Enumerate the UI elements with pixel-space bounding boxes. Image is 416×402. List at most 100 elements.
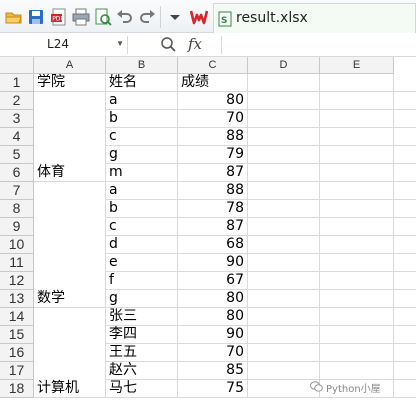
row-header[interactable]: 14 [0, 308, 34, 326]
document-tab[interactable]: S result.xlsx [213, 3, 416, 33]
more-chevron-icon[interactable] [166, 8, 184, 26]
empty-cell[interactable] [248, 362, 320, 380]
name-cell[interactable]: d [106, 236, 178, 254]
empty-cell[interactable] [248, 200, 320, 218]
empty-cell[interactable] [320, 326, 394, 344]
score-cell[interactable]: 87 [178, 164, 248, 182]
row-header[interactable]: 4 [0, 128, 34, 146]
name-cell[interactable]: f [106, 272, 178, 290]
name-cell[interactable]: g [106, 146, 178, 164]
merged-college-cell[interactable]: 体育 [34, 92, 106, 182]
row-header[interactable]: 9 [0, 218, 34, 236]
row-header[interactable]: 3 [0, 110, 34, 128]
empty-cell[interactable] [394, 344, 416, 362]
name-cell[interactable]: 马七 [106, 380, 178, 398]
empty-cell[interactable] [320, 344, 394, 362]
row-header[interactable]: 11 [0, 254, 34, 272]
score-cell[interactable]: 79 [178, 146, 248, 164]
empty-cell[interactable] [320, 164, 394, 182]
select-all-corner[interactable] [0, 57, 34, 74]
score-cell[interactable]: 78 [178, 200, 248, 218]
column-header-d[interactable]: D [248, 57, 320, 74]
score-cell[interactable]: 87 [178, 218, 248, 236]
empty-cell[interactable] [394, 236, 416, 254]
redo-icon[interactable] [138, 8, 156, 26]
empty-cell[interactable] [394, 218, 416, 236]
undo-icon[interactable] [116, 8, 134, 26]
score-cell[interactable]: 88 [178, 182, 248, 200]
empty-cell[interactable] [320, 218, 394, 236]
row-header[interactable]: 17 [0, 362, 34, 380]
empty-cell[interactable] [248, 164, 320, 182]
name-cell[interactable]: e [106, 254, 178, 272]
empty-cell[interactable] [320, 362, 394, 380]
empty-cell[interactable] [320, 74, 394, 92]
empty-cell[interactable] [320, 182, 394, 200]
print-preview-icon[interactable] [94, 8, 112, 26]
empty-cell[interactable] [320, 290, 394, 308]
export-pdf-icon[interactable]: PDF [50, 8, 68, 26]
column-header-b[interactable]: B [106, 57, 178, 74]
empty-cell[interactable] [248, 272, 320, 290]
empty-cell[interactable] [248, 326, 320, 344]
save-icon[interactable] [27, 8, 45, 26]
row-header[interactable]: 6 [0, 164, 34, 182]
name-cell[interactable]: 王五 [106, 344, 178, 362]
name-box[interactable]: L24 ▼ [4, 36, 128, 54]
score-cell[interactable]: 88 [178, 128, 248, 146]
row-header[interactable]: 15 [0, 326, 34, 344]
empty-cell[interactable] [248, 92, 320, 110]
empty-cell[interactable] [248, 218, 320, 236]
empty-cell[interactable] [248, 110, 320, 128]
empty-cell[interactable] [320, 146, 394, 164]
name-cell[interactable]: b [106, 200, 178, 218]
score-cell[interactable]: 90 [178, 254, 248, 272]
score-cell[interactable]: 80 [178, 290, 248, 308]
row-header[interactable]: 12 [0, 272, 34, 290]
chevron-down-icon[interactable]: ▼ [116, 39, 124, 48]
row-header[interactable]: 13 [0, 290, 34, 308]
row-header[interactable]: 5 [0, 146, 34, 164]
row-header[interactable]: 1 [0, 74, 34, 92]
header-cell-name[interactable]: 姓名 [106, 74, 178, 92]
empty-cell[interactable] [248, 236, 320, 254]
score-cell[interactable]: 75 [178, 380, 248, 398]
empty-cell[interactable] [320, 236, 394, 254]
empty-cell[interactable] [394, 164, 416, 182]
column-header-a[interactable]: A [34, 57, 106, 74]
header-cell-college[interactable]: 学院 [34, 74, 106, 92]
row-header[interactable]: 7 [0, 182, 34, 200]
empty-cell[interactable] [320, 110, 394, 128]
empty-cell[interactable] [394, 308, 416, 326]
row-header[interactable]: 2 [0, 92, 34, 110]
empty-cell[interactable] [320, 272, 394, 290]
empty-cell[interactable] [320, 128, 394, 146]
header-cell-score[interactable]: 成绩 [178, 74, 248, 92]
column-header-e[interactable]: E [320, 57, 394, 74]
empty-cell[interactable] [248, 146, 320, 164]
score-cell[interactable]: 68 [178, 236, 248, 254]
insert-function-icon[interactable]: fx [188, 35, 202, 53]
empty-cell[interactable] [394, 254, 416, 272]
name-cell[interactable]: m [106, 164, 178, 182]
row-header[interactable]: 10 [0, 236, 34, 254]
empty-cell[interactable] [394, 380, 416, 398]
empty-cell[interactable] [394, 92, 416, 110]
name-cell[interactable]: c [106, 128, 178, 146]
empty-cell[interactable] [394, 74, 416, 92]
empty-cell[interactable] [320, 254, 394, 272]
name-cell[interactable]: b [106, 110, 178, 128]
merged-college-cell[interactable]: 计算机 [34, 308, 106, 398]
score-cell[interactable]: 80 [178, 308, 248, 326]
empty-cell[interactable] [248, 290, 320, 308]
name-cell[interactable]: g [106, 290, 178, 308]
empty-cell[interactable] [320, 92, 394, 110]
score-cell[interactable]: 70 [178, 110, 248, 128]
column-header-c[interactable]: C [178, 57, 248, 74]
score-cell[interactable]: 80 [178, 92, 248, 110]
empty-cell[interactable] [394, 110, 416, 128]
empty-cell[interactable] [394, 146, 416, 164]
empty-cell[interactable] [394, 290, 416, 308]
merged-college-cell[interactable]: 数学 [34, 182, 106, 308]
score-cell[interactable]: 85 [178, 362, 248, 380]
